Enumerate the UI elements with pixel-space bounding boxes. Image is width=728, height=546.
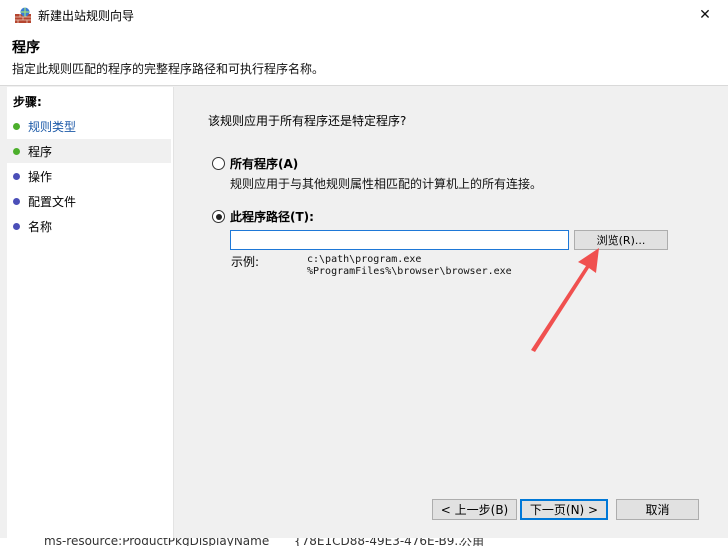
sidebar-item-profile: 配置文件	[7, 189, 171, 213]
cancel-button[interactable]: 取消	[616, 499, 699, 520]
all-programs-option[interactable]: 所有程序(A)	[212, 155, 298, 172]
steps-sidebar: 步骤: 规则类型 程序 操作 配置文件 名称	[7, 87, 174, 539]
page-title: 程序	[12, 40, 40, 56]
step-dot-icon	[13, 173, 20, 180]
step-dot-icon	[13, 223, 20, 230]
page-description: 指定此规则匹配的程序的完整程序路径和可执行程序名称。	[12, 62, 325, 76]
next-button[interactable]: 下一页(N) >	[520, 499, 608, 520]
steps-label: 步骤:	[13, 95, 42, 109]
sidebar-item-label: 程序	[28, 145, 53, 159]
wizard-header: 程序 指定此规则匹配的程序的完整程序路径和可执行程序名称。	[0, 30, 728, 86]
background-row-profile: 公用	[460, 538, 485, 546]
sidebar-item-label: 配置文件	[28, 195, 77, 209]
example-label: 示例:	[231, 255, 260, 269]
sidebar-item-action: 操作	[7, 164, 171, 188]
window-title: 新建出站规则向导	[38, 9, 135, 23]
all-programs-radio[interactable]	[212, 157, 225, 170]
background-list-row: ms-resource:ProductPkgDisplayName {78E1C…	[0, 538, 728, 546]
close-button[interactable]: ✕	[682, 0, 728, 30]
all-programs-label[interactable]: 所有程序(A)	[230, 155, 298, 172]
sidebar-item-rule-type[interactable]: 规则类型	[7, 114, 171, 138]
wizard-window: 新建出站规则向导 ✕ 程序 指定此规则匹配的程序的完整程序路径和可执行程序名称。…	[0, 0, 728, 546]
program-path-label[interactable]: 此程序路径(T):	[230, 208, 314, 225]
firewall-wall-icon	[15, 7, 31, 23]
browse-button[interactable]: 浏览(R)...	[574, 230, 668, 250]
program-path-option[interactable]: 此程序路径(T):	[212, 208, 314, 225]
wizard-content: 该规则应用于所有程序还是特定程序? 所有程序(A) 规则应用于与其他规则属性相匹…	[176, 87, 728, 546]
example-path-1: c:\path\program.exe	[307, 254, 422, 265]
step-dot-icon	[13, 198, 20, 205]
sidebar-item-label: 名称	[28, 220, 53, 234]
example-path-2: %ProgramFiles%\browser\browser.exe	[307, 266, 512, 277]
sidebar-item-name: 名称	[7, 214, 171, 238]
program-path-radio[interactable]	[212, 210, 225, 223]
close-icon: ✕	[699, 7, 711, 23]
background-row-name: ms-resource:ProductPkgDisplayName	[44, 538, 270, 546]
back-button[interactable]: < 上一步(B)	[432, 499, 517, 520]
step-dot-icon	[13, 148, 20, 155]
sidebar-item-label: 操作	[28, 170, 53, 184]
background-row-id: {78E1CD88-49E3-476E-B9...	[294, 538, 466, 546]
program-path-input[interactable]	[230, 230, 569, 250]
step-dot-icon	[13, 123, 20, 130]
title-bar: 新建出站规则向导 ✕	[0, 0, 728, 30]
all-programs-description: 规则应用于与其他规则属性相匹配的计算机上的所有连接。	[230, 177, 543, 191]
sidebar-item-program[interactable]: 程序	[7, 139, 171, 163]
scope-question: 该规则应用于所有程序还是特定程序?	[208, 114, 407, 128]
sidebar-item-label: 规则类型	[28, 120, 77, 134]
